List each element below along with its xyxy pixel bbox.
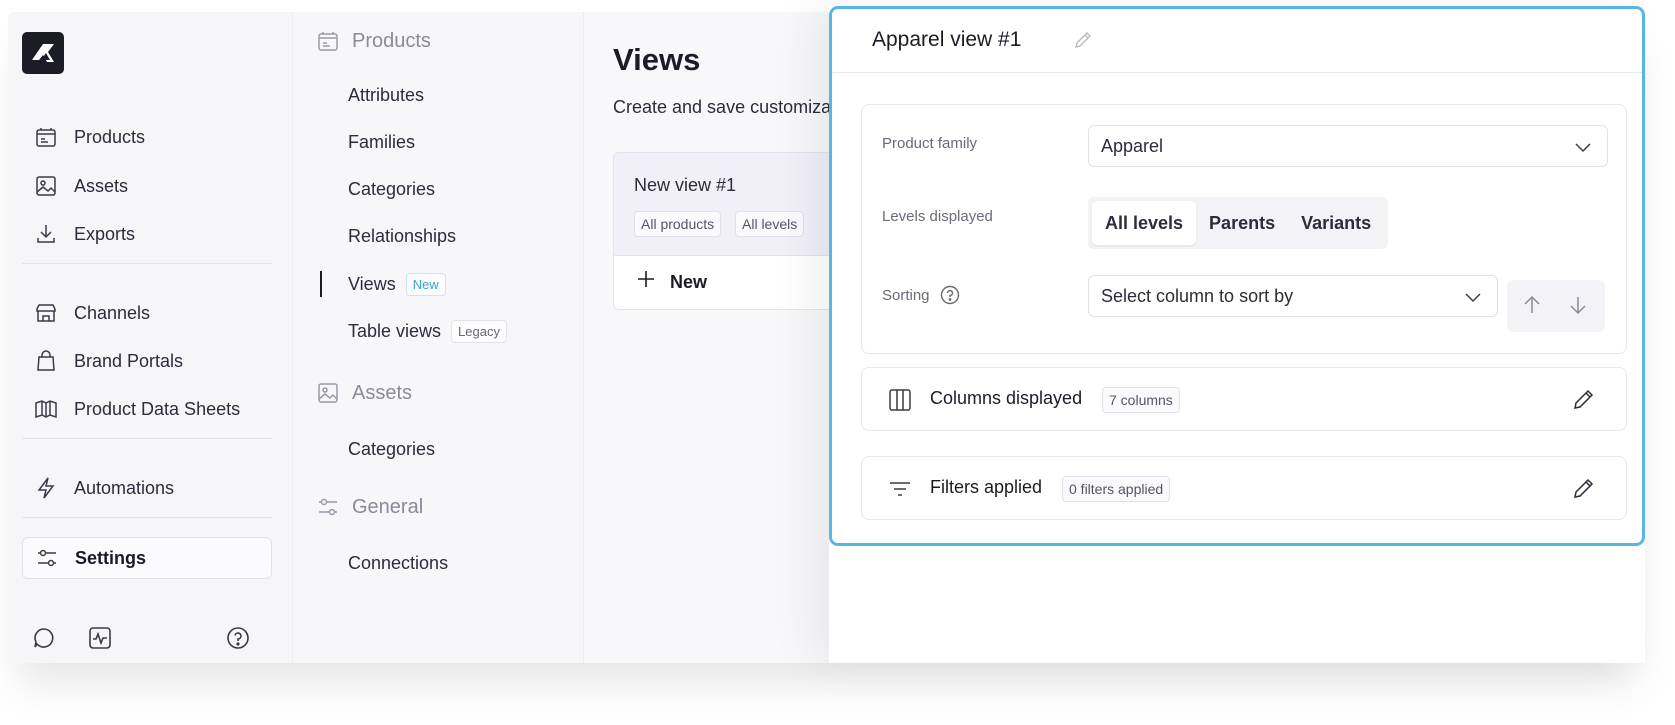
subnav-heading-assets: Assets (316, 378, 412, 408)
subnav-item-categories[interactable]: Categories (348, 174, 435, 204)
sliders-icon (316, 495, 340, 519)
chevron-down-icon (1463, 287, 1483, 307)
image-icon (316, 381, 340, 405)
sliders-icon (35, 546, 59, 570)
subnav-item-attributes[interactable]: Attributes (348, 80, 424, 110)
sidebar-item-products[interactable]: Products (22, 116, 272, 158)
view-card-chip: All products (634, 211, 722, 237)
logo-icon (32, 44, 54, 62)
sidebar-item-label: Products (74, 126, 146, 147)
pencil-icon[interactable] (1572, 476, 1598, 502)
sidebar: Products Assets Exports Channels Brand P… (8, 12, 293, 663)
page-title: Views (613, 42, 701, 77)
help-icon[interactable] (940, 285, 960, 305)
view-card-name: New view #1 (634, 175, 737, 195)
sidebar-item-assets[interactable]: Assets (22, 165, 272, 207)
sidebar-item-label: Product Data Sheets (74, 398, 241, 419)
subnav-item-views[interactable]: Views New (320, 269, 446, 299)
levels-segmented-control: All levels Parents Variants (1088, 197, 1389, 249)
legacy-badge: Legacy (451, 319, 507, 343)
lightning-icon (34, 476, 58, 500)
subnav-item-table-views[interactable]: Table views Legacy (348, 316, 507, 346)
image-icon (34, 174, 58, 198)
sidebar-divider (22, 517, 272, 518)
filter-icon (888, 477, 914, 503)
view-edit-panel: Apparel view #1 Product family Apparel L… (829, 6, 1645, 663)
book-icon (34, 397, 58, 421)
sidebar-item-exports[interactable]: Exports (22, 213, 272, 255)
subnav-item-connections[interactable]: Connections (348, 548, 448, 578)
columns-icon (888, 388, 914, 414)
subnav-item-families[interactable]: Families (348, 127, 415, 157)
sidebar-divider (22, 263, 272, 264)
sidebar-divider (22, 438, 272, 439)
sidebar-item-label: Assets (74, 175, 129, 196)
settings-subnav: Products Attributes Families Categories … (294, 12, 584, 663)
filters-applied-label: Filters applied (930, 477, 1043, 497)
panel-title[interactable]: Apparel view #1 (872, 28, 1021, 52)
activity-icon[interactable] (86, 624, 114, 652)
chat-icon[interactable] (30, 624, 58, 652)
sidebar-item-product-data-sheets[interactable]: Product Data Sheets (22, 388, 272, 430)
arrow-down-icon[interactable] (1567, 294, 1591, 318)
view-settings-box: Product family Apparel Levels displayed … (861, 104, 1627, 354)
level-option-all[interactable]: All levels (1092, 201, 1197, 245)
pencil-icon[interactable] (1572, 387, 1598, 413)
sidebar-item-label: Automations (74, 477, 175, 498)
help-icon[interactable] (224, 624, 252, 652)
sidebar-item-automations[interactable]: Automations (22, 467, 272, 509)
products-icon (34, 125, 58, 149)
new-view-button[interactable]: New (636, 269, 707, 295)
arrow-up-icon[interactable] (1521, 294, 1545, 318)
app-logo[interactable] (22, 32, 64, 74)
sidebar-item-label: Channels (74, 302, 151, 323)
sidebar-item-label: Brand Portals (74, 350, 184, 371)
product-family-select[interactable]: Apparel (1088, 125, 1608, 167)
plus-icon (636, 269, 656, 295)
columns-displayed-row[interactable]: Columns displayed 7 columns (861, 367, 1627, 431)
subnav-item-relationships[interactable]: Relationships (348, 221, 456, 251)
sidebar-item-channels[interactable]: Channels (22, 292, 272, 334)
sort-column-select[interactable]: Select column to sort by (1088, 275, 1498, 317)
panel-divider (832, 72, 1642, 73)
level-option-variants[interactable]: Variants (1288, 201, 1384, 245)
level-option-parents[interactable]: Parents (1196, 201, 1288, 245)
product-family-label: Product family (882, 135, 978, 152)
sidebar-item-label: Settings (75, 547, 147, 568)
sidebar-footer (30, 624, 270, 652)
sort-direction-buttons (1507, 280, 1605, 332)
sidebar-item-label: Exports (74, 223, 136, 244)
levels-displayed-label: Levels displayed (882, 208, 993, 225)
filters-applied-row[interactable]: Filters applied 0 filters applied (861, 456, 1627, 520)
subnav-heading-general: General (316, 492, 423, 522)
chevron-down-icon (1573, 137, 1593, 157)
filters-count-badge: 0 filters applied (1062, 476, 1171, 502)
page-subtitle: Create and save customiza (613, 97, 832, 117)
new-badge: New (405, 272, 446, 296)
columns-count-badge: 7 columns (1102, 387, 1180, 413)
sidebar-item-settings[interactable]: Settings (22, 537, 272, 579)
subnav-heading-products: Products (316, 26, 431, 56)
products-icon (316, 29, 340, 53)
columns-displayed-label: Columns displayed (930, 388, 1083, 408)
sidebar-item-brand-portals[interactable]: Brand Portals (22, 340, 272, 382)
download-icon (34, 222, 58, 246)
shopping-bag-icon (34, 349, 58, 373)
storefront-icon (34, 301, 58, 325)
subnav-item-asset-categories[interactable]: Categories (348, 434, 435, 464)
sorting-label: Sorting (882, 285, 960, 305)
view-card-chip: All levels (735, 211, 805, 237)
pencil-icon[interactable] (1073, 30, 1095, 52)
